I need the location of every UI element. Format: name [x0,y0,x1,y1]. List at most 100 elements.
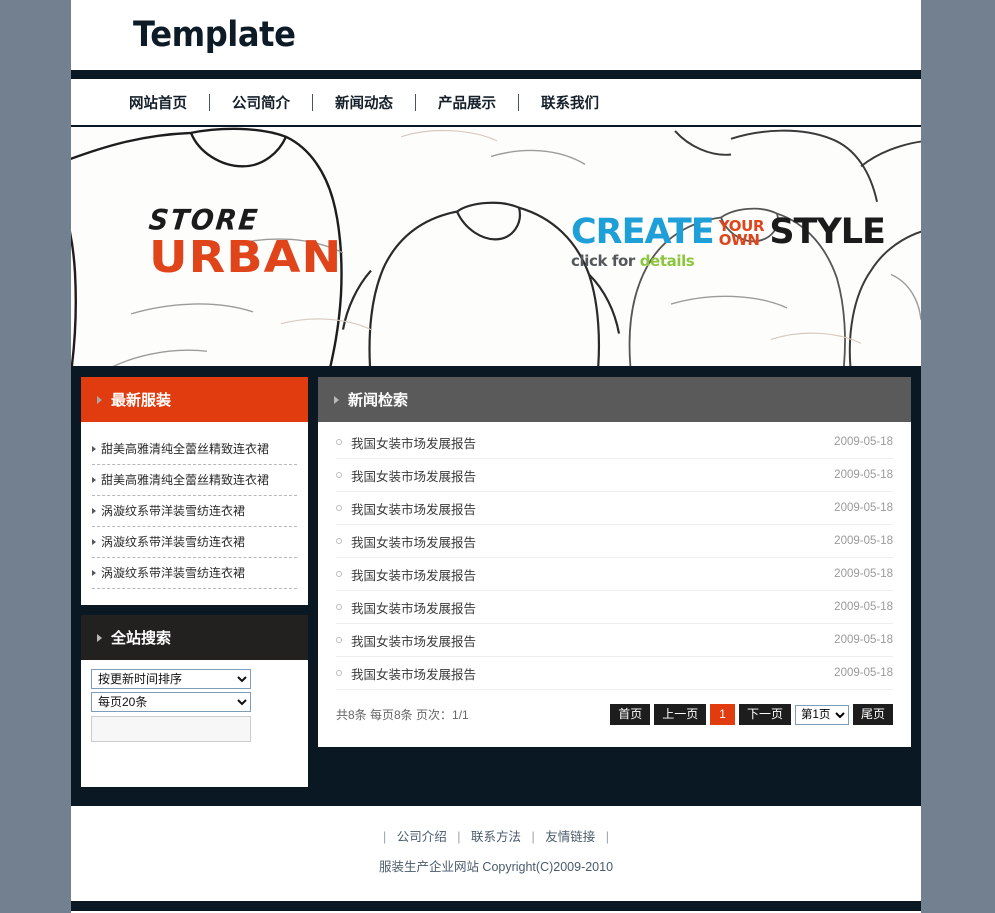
last-page-button[interactable]: 尾页 [852,704,893,725]
latest-clothing-title: 最新服装 [111,392,172,409]
nav-item-about[interactable]: 公司简介 [212,92,310,113]
circle-bullet-icon [336,604,342,610]
news-panel-title: 新闻检索 [348,392,409,409]
banner-style-text: STYLE [769,212,886,252]
news-title[interactable]: 我国女装市场发展报告 [351,433,834,452]
news-date: 2009-05-18 [834,601,893,613]
news-row[interactable]: 我国女装市场发展报告 2009-05-18 [336,657,893,690]
triangle-right-icon [97,633,102,642]
prev-page-button[interactable]: 上一页 [654,704,707,725]
site-search-title: 全站搜索 [111,630,172,647]
news-title[interactable]: 我国女装市场发展报告 [351,532,834,551]
news-date: 2009-05-18 [834,535,893,547]
search-keyword-input[interactable] [91,716,251,742]
news-panel-header: 新闻检索 [318,377,911,422]
banner-details-text[interactable]: details [640,252,695,270]
page-jump-select[interactable]: 第1页 [794,704,849,725]
news-date: 2009-05-18 [834,634,893,646]
site-search-panel: 全站搜索 按更新时间排序 每页20条 [81,615,308,787]
footer-link-friendly[interactable]: 友情链接 [545,830,595,844]
header-divider-bar [71,70,921,79]
news-row[interactable]: 我国女装市场发展报告 2009-05-18 [336,558,893,591]
news-title[interactable]: 我国女装市场发展报告 [351,499,834,518]
news-row[interactable]: 我国女装市场发展报告 2009-05-18 [336,624,893,657]
news-date: 2009-05-18 [834,568,893,580]
list-item[interactable]: 涡漩纹系带洋装雪纺连衣裙 [92,527,297,558]
footer-separator: | [531,830,535,844]
news-date: 2009-05-18 [834,469,893,481]
footer-bottom-bar [71,901,921,911]
list-item[interactable]: 甜美高雅清纯全蕾丝精致连衣裙 [92,465,297,496]
news-title[interactable]: 我国女装市场发展报告 [351,565,834,584]
pagination-controls: 首页 上一页 1 下一页 第1页 尾页 [610,704,893,725]
nav-separator [312,93,313,111]
circle-bullet-icon [336,670,342,676]
per-page-select[interactable]: 每页20条 [91,692,251,712]
triangle-right-icon [92,445,96,452]
circle-bullet-icon [336,439,342,445]
sort-order-select[interactable]: 按更新时间排序 [91,669,251,689]
latest-clothing-list: 甜美高雅清纯全蕾丝精致连衣裙 甜美高雅清纯全蕾丝精致连衣裙 涡漩纹系带洋装雪纺连… [81,422,308,605]
next-page-button[interactable]: 下一页 [738,704,791,725]
news-title[interactable]: 我国女装市场发展报告 [351,631,834,650]
site-header: Template [71,0,921,70]
left-sidebar: 最新服装 甜美高雅清纯全蕾丝精致连衣裙 甜美高雅清纯全蕾丝精致连衣裙 涡漩纹系带… [81,377,308,787]
banner-click-details-row[interactable]: click for details [571,252,885,270]
footer-link-about[interactable]: 公司介绍 [397,830,447,844]
nav-item-home[interactable]: 网站首页 [109,92,207,113]
circle-bullet-icon [336,637,342,643]
news-title[interactable]: 我国女装市场发展报告 [351,466,834,485]
list-item[interactable]: 涡漩纹系带洋装雪纺连衣裙 [92,496,297,527]
news-date: 2009-05-18 [834,667,893,679]
main-navigation: 网站首页 公司简介 新闻动态 产品展示 联系我们 [71,79,921,125]
banner-tagline-row: CREATE YOUR OWN STYLE [571,212,886,252]
banner-right-text[interactable]: CREATE YOUR OWN STYLE click for details [571,212,886,271]
news-title[interactable]: 我国女装市场发展报告 [351,598,834,617]
hero-banner[interactable]: STORE URBAN CREATE YOUR OWN STYLE click … [71,125,921,368]
news-date: 2009-05-18 [834,436,893,448]
nav-separator [209,93,210,111]
list-item-label: 涡漩纹系带洋装雪纺连衣裙 [101,535,246,549]
latest-clothing-panel: 最新服装 甜美高雅清纯全蕾丝精致连衣裙 甜美高雅清纯全蕾丝精致连衣裙 涡漩纹系带… [81,377,308,605]
nav-item-products[interactable]: 产品展示 [418,92,516,113]
footer-top-bar [71,797,921,806]
news-search-panel: 新闻检索 我国女装市场发展报告 2009-05-18 我国女装市场发展报告 20… [318,377,911,747]
news-date: 2009-05-18 [834,502,893,514]
news-title[interactable]: 我国女装市场发展报告 [351,664,834,683]
list-item[interactable]: 涡漩纹系带洋装雪纺连衣裙 [92,558,297,589]
pagination-bar: 共8条 每页8条 页次：1/1 首页 上一页 1 下一页 第1页 尾页 [318,690,911,747]
footer-link-contact[interactable]: 联系方法 [471,830,521,844]
first-page-button[interactable]: 首页 [610,704,651,725]
nav-item-contact[interactable]: 联系我们 [521,92,619,113]
circle-bullet-icon [336,505,342,511]
banner-left-text: STORE URBAN [147,204,341,280]
news-row[interactable]: 我国女装市场发展报告 2009-05-18 [336,591,893,624]
site-logo[interactable]: Template [133,15,296,55]
list-item-label: 涡漩纹系带洋装雪纺连衣裙 [101,504,246,518]
banner-own-text: OWN [718,230,760,249]
site-search-form: 按更新时间排序 每页20条 [81,660,308,752]
latest-clothing-header: 最新服装 [81,377,308,422]
news-row[interactable]: 我国女装市场发展报告 2009-05-18 [336,426,893,459]
news-row[interactable]: 我国女装市场发展报告 2009-05-18 [336,525,893,558]
nav-separator [518,93,519,111]
circle-bullet-icon [336,472,342,478]
news-column: 新闻检索 我国女装市场发展报告 2009-05-18 我国女装市场发展报告 20… [318,377,911,747]
triangle-right-icon [97,395,102,404]
list-item-label: 涡漩纹系带洋装雪纺连衣裙 [101,566,246,580]
page-container: Template 网站首页 公司简介 新闻动态 产品展示 联系我们 STORE … [71,0,921,913]
current-page-button[interactable]: 1 [710,704,735,725]
news-row[interactable]: 我国女装市场发展报告 2009-05-18 [336,459,893,492]
banner-click-text: click for [571,252,640,270]
triangle-right-icon [334,395,339,404]
triangle-right-icon [92,507,96,514]
list-item-label: 甜美高雅清纯全蕾丝精致连衣裙 [101,442,270,456]
nav-item-news[interactable]: 新闻动态 [315,92,413,113]
banner-create-text: CREATE [571,212,715,252]
news-list: 我国女装市场发展报告 2009-05-18 我国女装市场发展报告 2009-05… [318,422,911,690]
list-item[interactable]: 甜美高雅清纯全蕾丝精致连衣裙 [92,434,297,465]
circle-bullet-icon [336,571,342,577]
triangle-right-icon [92,538,96,545]
pagination-summary: 共8条 每页8条 页次：1/1 [336,708,469,722]
news-row[interactable]: 我国女装市场发展报告 2009-05-18 [336,492,893,525]
